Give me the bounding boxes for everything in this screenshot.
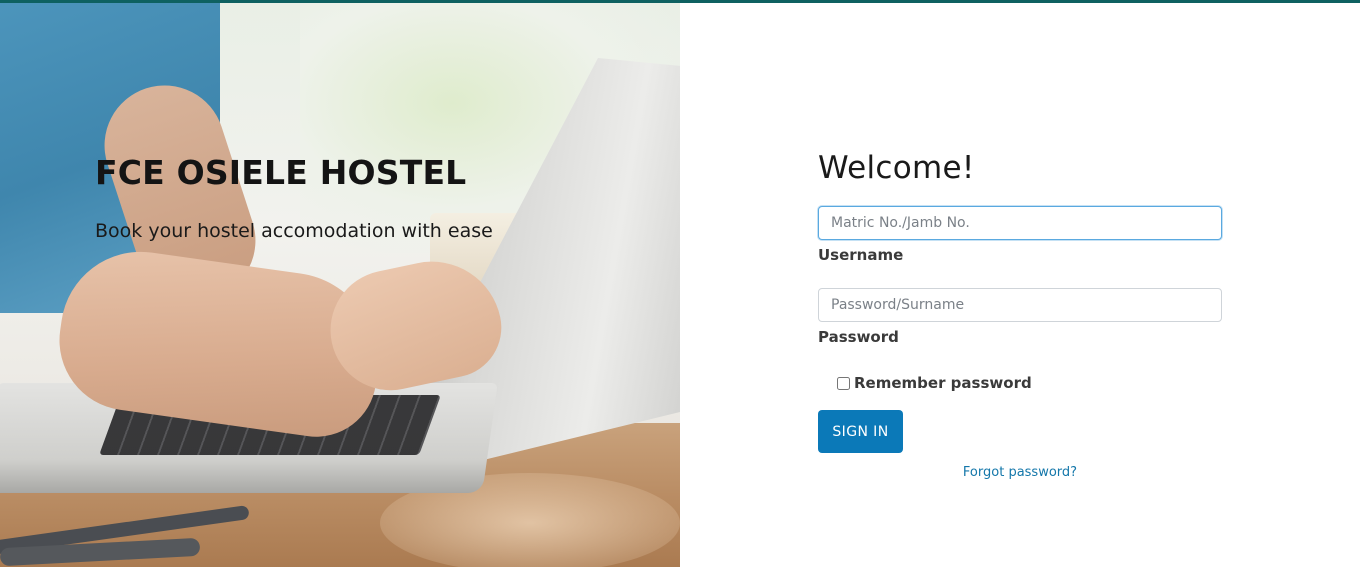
remember-password-label[interactable]: Remember password (854, 374, 1032, 392)
sign-in-button[interactable]: SIGN IN (818, 410, 903, 453)
password-label: Password (818, 328, 899, 346)
hero-title: FCE OSIELE HOSTEL (95, 153, 467, 192)
login-form: Welcome! Username Password Remember pass… (818, 150, 1222, 480)
username-input[interactable] (818, 206, 1222, 240)
hero-panel: FCE OSIELE HOSTEL Book your hostel accom… (0, 3, 680, 567)
password-input[interactable] (818, 288, 1222, 322)
remember-password-row: Remember password (837, 374, 1222, 392)
username-label: Username (818, 246, 904, 264)
hero-subtitle: Book your hostel accomodation with ease (95, 220, 493, 242)
forgot-password-link[interactable]: Forgot password? (818, 465, 1222, 480)
welcome-heading: Welcome! (818, 150, 975, 186)
remember-password-checkbox[interactable] (837, 376, 850, 390)
